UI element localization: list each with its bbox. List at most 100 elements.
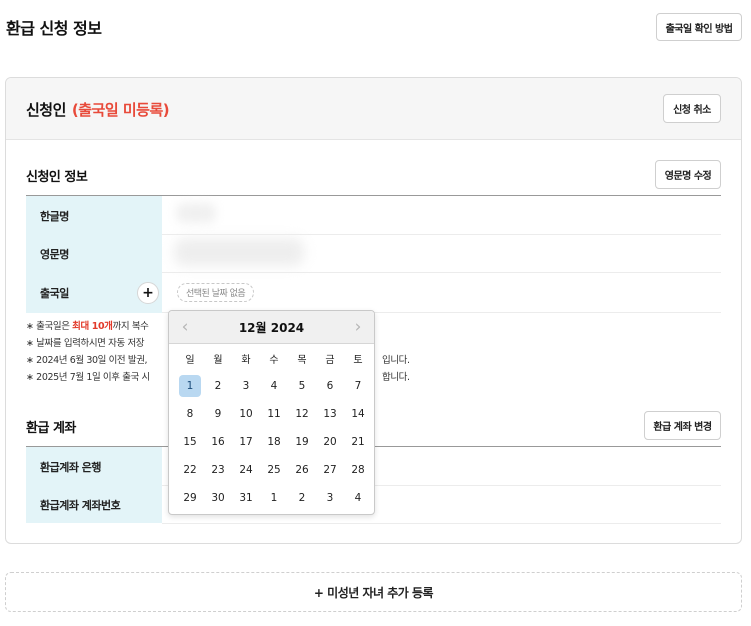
datepicker-day-number: 10 [239,408,253,420]
datepicker-day[interactable]: 10 [232,400,260,428]
applicant-info-title: 신청인 정보 [26,170,88,185]
datepicker-day-number: 1 [179,375,201,397]
selected-date-chip[interactable]: 선택된 날짜 없음 [177,283,255,302]
datepicker-day-number: 17 [239,436,253,448]
refund-account-number-label: 환급계좌 계좌번호 [40,499,121,512]
datepicker-day-number: 26 [295,464,309,476]
note-line-3: ∗ 2024년 6월 30일 이전 발권, [26,355,148,366]
datepicker-day[interactable]: 18 [260,428,288,456]
datepicker-day[interactable]: 27 [316,456,344,484]
departure-notes: ∗ 출국일은 최대 10개까지 복수 ∗ 날짜를 입력하시면 자동 저장 ∗ 2… [26,318,150,386]
datepicker-day[interactable]: 3 [232,372,260,400]
datepicker-day-number: 3 [326,492,334,504]
datepicker-day-number: 24 [239,464,253,476]
datepicker-day-number: 18 [267,436,281,448]
datepicker-day[interactable]: 12 [288,400,316,428]
datepicker-popup: ‹ 12월 2024 › 일월화수목금토 1 2 3 4 5 6 7 8 9 10 11 12 13 14… [168,310,375,515]
english-name-value-blurred [174,238,304,266]
datepicker-day[interactable]: 23 [204,456,232,484]
datepicker-day-number: 23 [211,464,225,476]
datepicker-day[interactable]: 20 [316,428,344,456]
datepicker-day-number: 4 [270,380,278,392]
weekday-label: 월 [213,355,223,366]
add-minor-child-button[interactable]: + 미성년 자녀 추가 등록 [5,572,742,612]
datepicker-day[interactable]: 29 [176,484,204,512]
datepicker-day[interactable]: 11 [260,400,288,428]
datepicker-day[interactable]: 2 [204,372,232,400]
korean-name-value-blurred [176,203,216,223]
datepicker-day[interactable]: 21 [344,428,372,456]
datepicker-day[interactable]: 28 [344,456,372,484]
datepicker-day[interactable]: 6 [316,372,344,400]
add-departure-date-button[interactable]: + [137,282,159,304]
datepicker-weekdays: 일월화수목금토 [176,351,370,366]
datepicker-day-number: 13 [323,408,337,420]
datepicker-day[interactable]: 30 [204,484,232,512]
datepicker-day[interactable]: 3 [316,484,344,512]
datepicker-header: ‹ 12월 2024 › [169,311,374,344]
applicant-title: 신청인 (출국일 미등록) [26,99,170,120]
weekday-label: 토 [353,355,363,366]
change-refund-account-button[interactable]: 환급 계좌 변경 [644,411,721,440]
datepicker-day-number: 8 [186,408,194,420]
row-divider [162,272,721,273]
datepicker-day-selected[interactable]: 1 [176,372,204,400]
chevron-right-icon[interactable]: › [348,317,368,337]
cancel-application-button[interactable]: 신청 취소 [663,94,721,123]
note-line-2: ∗ 날짜를 입력하시면 자동 저장 [26,338,145,349]
datepicker-day[interactable]: 14 [344,400,372,428]
datepicker-day[interactable]: 31 [232,484,260,512]
datepicker-day-number: 2 [214,380,222,392]
datepicker-day-number: 25 [267,464,281,476]
datepicker-day[interactable]: 24 [232,456,260,484]
datepicker-day[interactable]: 9 [204,400,232,428]
datepicker-day[interactable]: 15 [176,428,204,456]
note-line-4-tail: 합니다. [382,372,410,383]
datepicker-day[interactable]: 26 [288,456,316,484]
weekday-label: 일 [185,355,195,366]
datepicker-day[interactable]: 25 [260,456,288,484]
datepicker-day-number: 31 [239,492,253,504]
datepicker-day-number: 22 [183,464,197,476]
datepicker-day[interactable]: 8 [176,400,204,428]
departure-date-howto-button[interactable]: 출국일 확인 방법 [656,13,742,41]
english-name-label: 영문명 [40,248,69,261]
datepicker-day-number: 2 [298,492,306,504]
datepicker-day-number: 19 [295,436,309,448]
datepicker-day[interactable]: 16 [204,428,232,456]
edit-english-name-button[interactable]: 영문명 수정 [655,160,721,189]
datepicker-day-number: 11 [267,408,281,420]
applicant-card-header: 신청인 (출국일 미등록) 신청 취소 [6,78,741,140]
applicant-status: (출국일 미등록) [71,101,170,119]
datepicker-day[interactable]: 2 [288,484,316,512]
datepicker-day-number: 27 [323,464,337,476]
note-line-1: ∗ 출국일은 최대 10개까지 복수 [26,321,149,332]
datepicker-day-number: 7 [354,380,362,392]
weekday-label: 금 [325,355,335,366]
refund-account-title: 환급 계좌 [26,421,76,436]
datepicker-day-number: 28 [351,464,365,476]
datepicker-day-number: 16 [211,436,225,448]
weekday-label: 화 [241,355,251,366]
note-highlight: 최대 10개 [72,321,113,332]
datepicker-day-number: 3 [242,380,250,392]
datepicker-day[interactable]: 1 [260,484,288,512]
datepicker-day[interactable]: 7 [344,372,372,400]
weekday-label: 목 [297,355,307,366]
datepicker-day-number: 30 [211,492,225,504]
datepicker-day[interactable]: 17 [232,428,260,456]
datepicker-day[interactable]: 5 [288,372,316,400]
datepicker-day[interactable]: 4 [260,372,288,400]
datepicker-day-number: 6 [326,380,334,392]
datepicker-day[interactable]: 22 [176,456,204,484]
datepicker-day[interactable]: 4 [344,484,372,512]
row-divider [162,234,721,235]
datepicker-day[interactable]: 13 [316,400,344,428]
datepicker-day-number: 4 [354,492,362,504]
note-line-4: ∗ 2025년 7월 1일 이후 출국 시 [26,372,150,383]
weekday-label: 수 [269,355,279,366]
row-divider [162,523,721,524]
datepicker-day-number: 14 [351,408,365,420]
datepicker-day[interactable]: 19 [288,428,316,456]
datepicker-day-number: 1 [270,492,278,504]
